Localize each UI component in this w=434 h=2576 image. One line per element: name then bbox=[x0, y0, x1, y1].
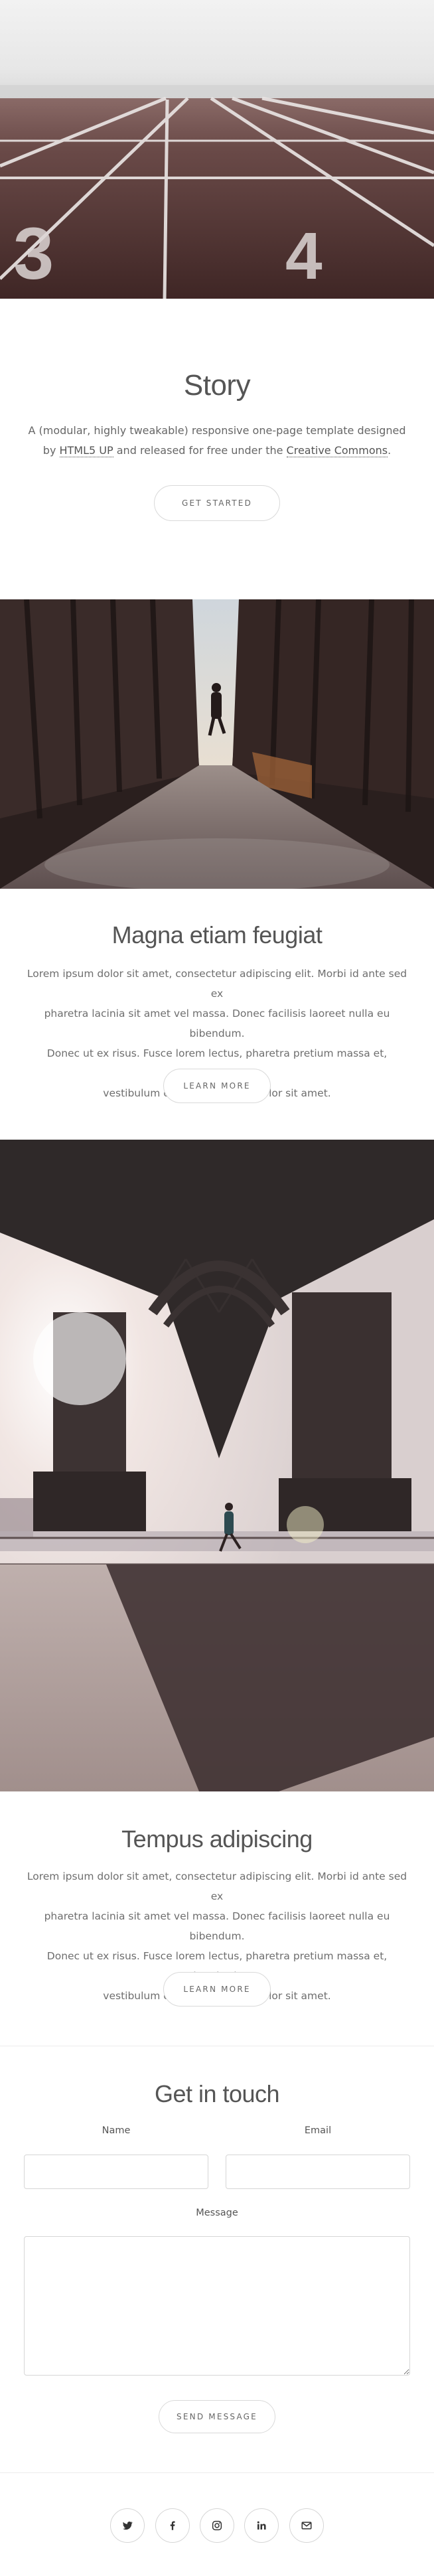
section-2: Tempus adipiscing bbox=[0, 1825, 434, 1853]
intro-section: Story bbox=[0, 369, 434, 402]
section-divider-2 bbox=[0, 2472, 434, 2473]
html5up-link[interactable]: HTML5 UP bbox=[59, 444, 113, 457]
name-field[interactable] bbox=[24, 2155, 208, 2189]
section-1-line-1: Lorem ipsum dolor sit amet, consectetur … bbox=[27, 968, 407, 1000]
email-label: Email bbox=[304, 2125, 332, 2136]
section-1-button-row: Learn More bbox=[0, 1069, 434, 1103]
message-textarea[interactable] bbox=[24, 2236, 410, 2376]
email-link[interactable] bbox=[289, 2508, 324, 2543]
instagram-icon bbox=[212, 2520, 222, 2531]
lane-number-4: 4 bbox=[285, 219, 323, 293]
facebook-link[interactable] bbox=[155, 2508, 190, 2543]
bridge-image bbox=[0, 1140, 434, 1791]
intro-end-text: . bbox=[388, 444, 392, 457]
section-1-title: Magna etiam feugiat bbox=[111, 921, 323, 948]
name-label: Name bbox=[102, 2125, 131, 2136]
section-2-line-2: pharetra lacinia sit amet vel massa. Don… bbox=[44, 1910, 390, 1942]
forest-path-image bbox=[0, 599, 434, 889]
contact-submit-row: Send Message bbox=[0, 2400, 434, 2433]
forest-illustration bbox=[0, 599, 434, 889]
intro-by-text: by bbox=[42, 444, 56, 457]
email-icon bbox=[301, 2522, 312, 2530]
learn-more-button-1[interactable]: Learn More bbox=[163, 1069, 271, 1103]
section-1: Magna etiam feugiat bbox=[0, 921, 434, 949]
section-2-line-1: Lorem ipsum dolor sit amet, consectetur … bbox=[27, 1870, 407, 1902]
intro-line-1: A (modular, highly tweakable) responsive… bbox=[28, 424, 406, 437]
page-title: Story bbox=[183, 369, 251, 402]
contact-section: Get in touch bbox=[0, 2080, 434, 2108]
learn-more-button-2[interactable]: Learn More bbox=[163, 1972, 271, 2007]
section-2-button-row: Learn More bbox=[0, 1972, 434, 2007]
bridge-illustration bbox=[0, 1140, 434, 1791]
banner-image: 3 4 bbox=[0, 0, 434, 299]
linkedin-icon bbox=[257, 2521, 266, 2530]
intro-button-row: Get Started bbox=[0, 485, 434, 521]
creative-commons-link[interactable]: Creative Commons bbox=[286, 444, 388, 457]
facebook-icon bbox=[170, 2521, 175, 2530]
section-1-line-2: pharetra lacinia sit amet vel massa. Don… bbox=[44, 1008, 390, 1039]
send-message-button[interactable]: Send Message bbox=[159, 2400, 275, 2433]
intro-middle-text: and released for free under the bbox=[116, 444, 283, 457]
twitter-icon bbox=[123, 2521, 133, 2530]
intro-line-2: by HTML5 UP and released for free under … bbox=[0, 441, 434, 461]
linkedin-link[interactable] bbox=[244, 2508, 279, 2543]
contact-title: Get in touch bbox=[154, 2080, 280, 2107]
message-label: Message bbox=[196, 2208, 238, 2218]
track-illustration: 3 4 bbox=[0, 0, 434, 299]
email-field[interactable] bbox=[226, 2155, 410, 2189]
lane-number-3: 3 bbox=[13, 213, 54, 295]
twitter-link[interactable] bbox=[110, 2508, 145, 2543]
get-started-button[interactable]: Get Started bbox=[154, 485, 280, 521]
section-2-title: Tempus adipiscing bbox=[121, 1825, 313, 1853]
instagram-link[interactable] bbox=[200, 2508, 234, 2543]
intro-text: A (modular, highly tweakable) responsive… bbox=[0, 421, 434, 461]
